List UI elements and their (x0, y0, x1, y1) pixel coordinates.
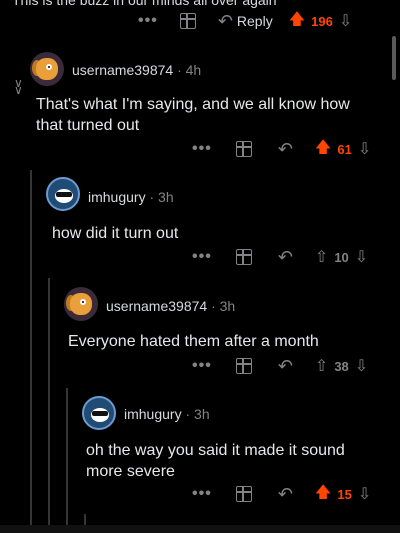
thread-line[interactable] (66, 388, 68, 533)
reply-arrow-icon[interactable]: ↶ (278, 356, 293, 377)
downvote-icon[interactable]: ⇩ (339, 11, 352, 31)
username[interactable]: imhugury (88, 189, 146, 205)
reply-arrow-icon[interactable]: ↶ (278, 484, 293, 505)
award-icon[interactable] (235, 358, 252, 374)
more-options-icon[interactable]: ••• (192, 140, 212, 158)
username[interactable]: username39874 (106, 298, 207, 314)
comment-author[interactable]: username39874 · 4h (72, 62, 201, 78)
comment-age: 3h (158, 189, 174, 205)
reply-arrow-icon[interactable]: ↶ (278, 139, 293, 160)
vote-score: 10 (334, 249, 349, 265)
reply-arrow-icon[interactable]: ↶ (278, 247, 293, 268)
vote-score: 196 (311, 13, 333, 29)
comment-body: Everyone hated them after a month (68, 333, 319, 350)
more-options-icon[interactable]: ••• (192, 357, 212, 375)
previous-comment-text: This is the buzz in our minds all over a… (12, 0, 277, 8)
more-options-icon[interactable]: ••• (192, 248, 212, 266)
comment-body: oh the way you said it made it sound mor… (86, 442, 345, 480)
thread-line[interactable] (30, 170, 32, 533)
reply-arrow-icon: ↶ (217, 10, 233, 31)
vote-score: 61 (337, 141, 352, 157)
username[interactable]: imhugury (124, 406, 182, 422)
downvote-icon[interactable]: ⇩ (355, 356, 368, 376)
comment-body: That's what I'm saying, and we all know … (36, 96, 350, 134)
upvote-icon[interactable]: 🡅 (289, 8, 305, 35)
username[interactable]: username39874 (72, 62, 173, 78)
more-options-icon[interactable]: ••• (138, 12, 158, 30)
award-icon[interactable] (235, 141, 252, 157)
bottom-edge (0, 525, 400, 533)
vote-score: 38 (334, 358, 349, 374)
downvote-icon[interactable]: ⇩ (358, 484, 371, 504)
comment-age: 3h (219, 298, 236, 314)
scrollbar[interactable] (392, 36, 396, 80)
avatar[interactable] (46, 177, 80, 211)
comment-action-bar: ••• ↶ 🡅 61 ⇩ (192, 138, 371, 160)
comment-author[interactable]: imhugury · 3h (124, 406, 210, 422)
comment-action-bar: ••• ↶ ⇧ 38 ⇩ (192, 355, 368, 377)
upvote-icon[interactable]: 🡅 (315, 481, 331, 508)
comment-action-bar: ••• ↶ ⇧ 10 ⇩ (192, 246, 368, 268)
downvote-icon[interactable]: ⇩ (358, 139, 371, 159)
more-options-icon[interactable]: ••• (192, 485, 212, 503)
upvote-icon[interactable]: ⇧ (315, 356, 328, 376)
comment-action-bar: ••• ↶ 🡅 15 ⇩ (192, 483, 371, 505)
reply-button[interactable]: ↶ Reply (218, 11, 273, 32)
thread-line[interactable] (48, 278, 50, 533)
comment-author[interactable]: username39874 · 3h (106, 298, 235, 314)
comment-body: how did it turn out (52, 225, 179, 242)
comment-age: 3h (194, 406, 210, 422)
award-icon[interactable] (235, 486, 252, 502)
award-icon[interactable] (235, 249, 252, 265)
award-icon[interactable] (179, 13, 196, 29)
comment-age: 4h (185, 62, 202, 78)
reply-label: Reply (236, 13, 273, 29)
upvote-icon[interactable]: 🡅 (315, 136, 331, 163)
downvote-icon[interactable]: ⇩ (355, 247, 368, 267)
avatar[interactable] (64, 287, 98, 321)
avatar[interactable] (82, 396, 116, 430)
avatar[interactable] (30, 52, 64, 86)
vote-score: 15 (337, 486, 352, 502)
comment-author[interactable]: imhugury · 3h (88, 189, 174, 205)
collapse-thread-icon[interactable]: ∨ ∨ (14, 77, 23, 96)
upvote-icon[interactable]: ⇧ (315, 247, 328, 267)
top-action-bar: ••• ↶ Reply 🡅 196 ⇩ (138, 10, 388, 32)
